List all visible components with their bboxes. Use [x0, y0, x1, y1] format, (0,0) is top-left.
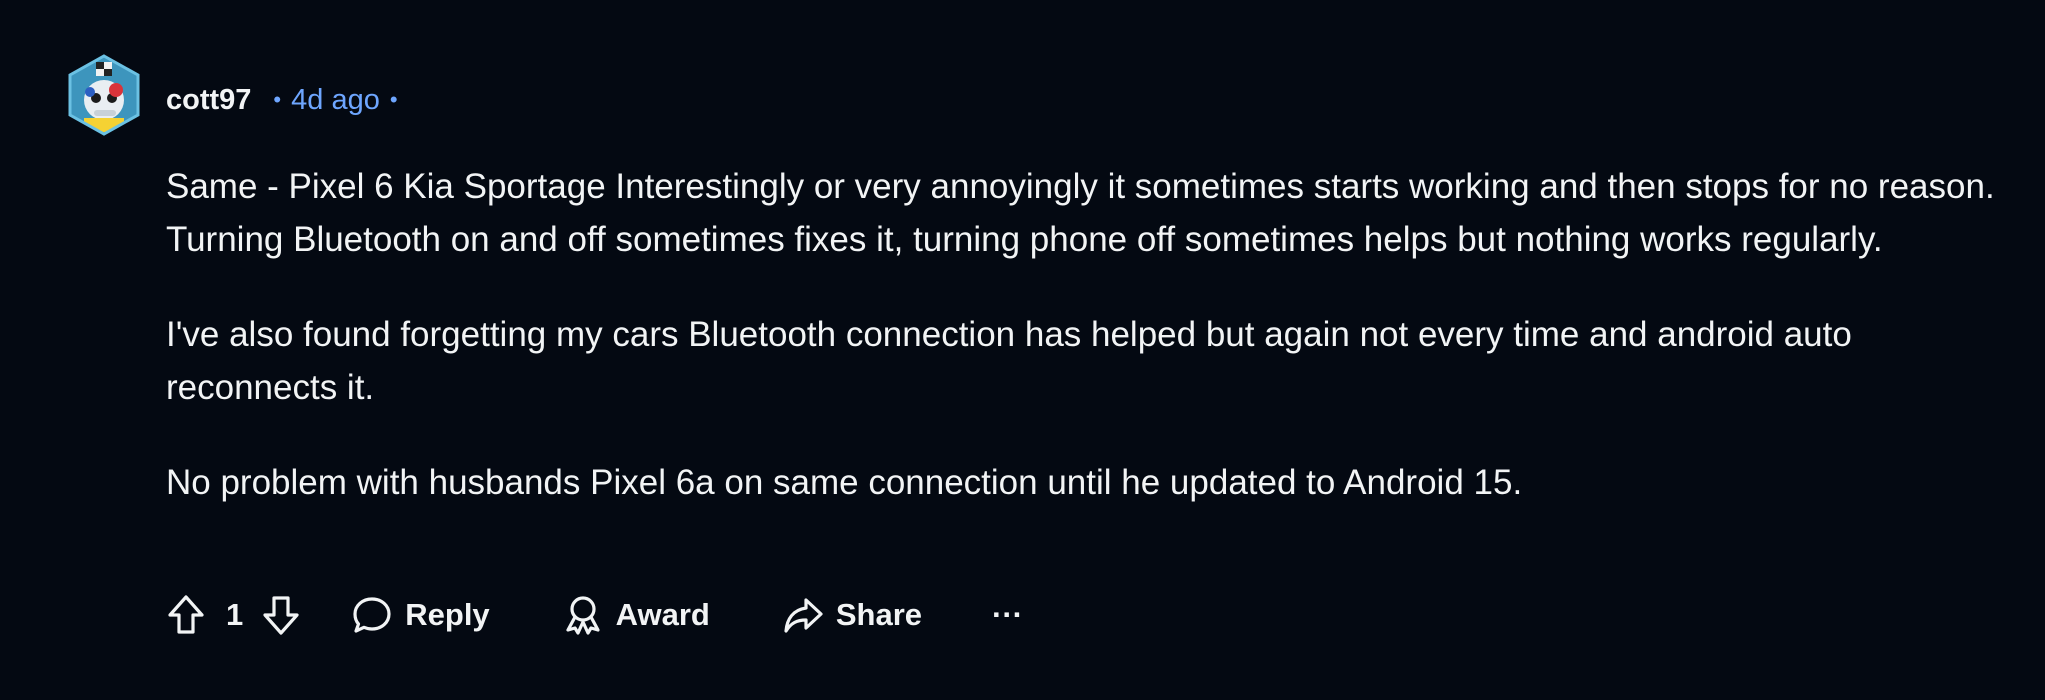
award-ribbon-icon — [566, 596, 600, 635]
user-avatar[interactable] — [66, 54, 142, 136]
speech-bubble-icon — [353, 597, 391, 633]
meta-separator: • — [273, 87, 282, 112]
share-button[interactable]: Share — [782, 594, 922, 636]
timestamp[interactable]: 4d ago — [291, 84, 380, 117]
more-options-button[interactable]: ··· — [992, 597, 1023, 633]
vote-score: 1 — [226, 597, 244, 632]
award-label: Award — [615, 597, 710, 632]
share-label: Share — [835, 597, 923, 632]
reply-button[interactable]: Reply — [351, 594, 490, 636]
username-link[interactable]: cott97 — [166, 84, 251, 117]
comment-meta: cott97 • 4d ago • — [166, 80, 408, 120]
comment-paragraph: Same - Pixel 6 Kia Sportage Interestingl… — [166, 167, 1995, 259]
comment: cott97 • 4d ago • Same - Pixel 6 Kia Spo… — [0, 0, 2045, 700]
downvote-arrow-icon[interactable] — [261, 594, 301, 636]
award-button[interactable]: Award — [562, 594, 710, 636]
ellipsis-icon: ··· — [992, 597, 1024, 632]
comment-action-bar: 1 Reply Award Share ··· — [166, 590, 1023, 640]
comment-paragraph: No problem with husbands Pixel 6a on sam… — [166, 463, 1523, 502]
share-arrow-icon — [784, 598, 823, 633]
avatar-image — [68, 54, 140, 136]
meta-separator: • — [389, 87, 398, 112]
vote-controls: 1 — [166, 594, 301, 636]
comment-body: Same - Pixel 6 Kia Sportage Interestingl… — [166, 160, 2006, 551]
reply-label: Reply — [405, 597, 490, 632]
upvote-arrow-icon[interactable] — [166, 594, 206, 636]
comment-paragraph: I've also found forgetting my cars Bluet… — [166, 315, 1852, 407]
